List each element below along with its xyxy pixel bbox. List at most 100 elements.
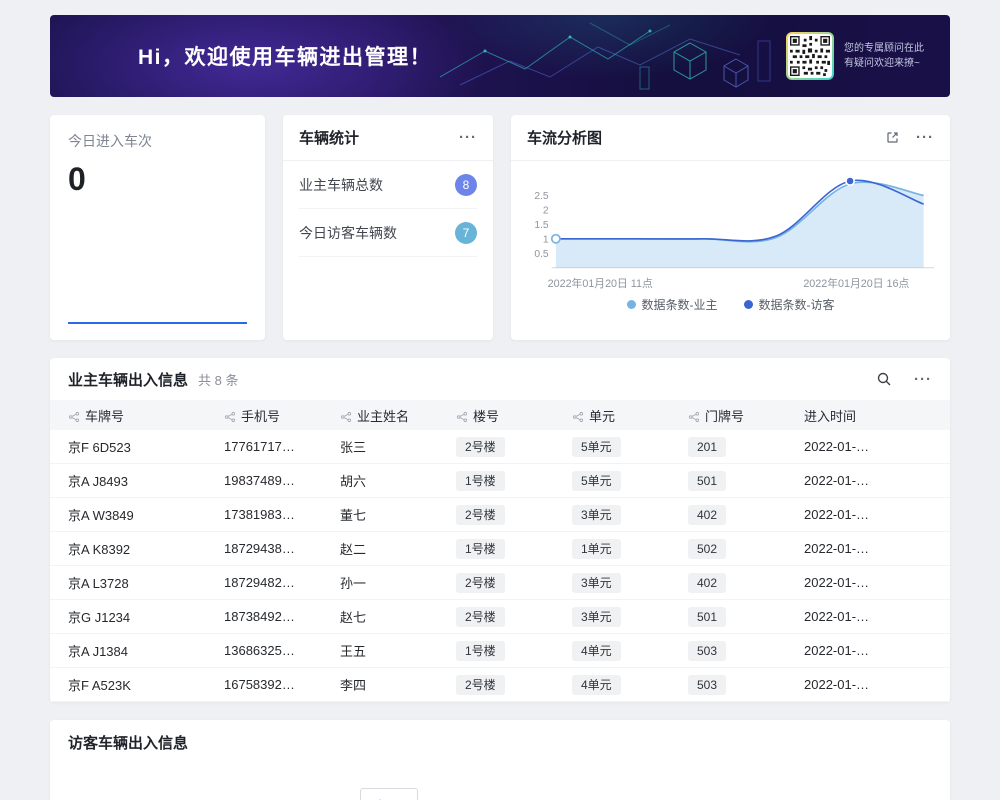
more-icon[interactable]: ··· <box>914 372 932 387</box>
column-header-label: 单元 <box>589 409 615 424</box>
table-cell: 京F 6D523 <box>50 430 216 464</box>
tag-pill: 1号楼 <box>456 641 505 661</box>
column-header[interactable]: 单元 <box>564 400 680 430</box>
table-cell: 2022-01-… <box>796 668 912 702</box>
table-row: 京F A523K16758392…李四2号楼4单元5032022-01-… <box>50 668 950 702</box>
table-cell: 501 <box>680 464 796 498</box>
column-header-label: 进入时间 <box>804 409 856 424</box>
tag-pill: 402 <box>688 573 726 593</box>
flow-line-chart: 0.511.522.52022年01月20日 11点2022年01月20日 16… <box>525 167 936 296</box>
table-cell: 201 <box>680 430 796 464</box>
table-row: 京G J123418738492…赵七 2号楼 3单元 501 2022-01-… <box>50 600 950 634</box>
table-row: 京A W384917381983…董七2号楼3单元4022022-01-… <box>50 498 950 532</box>
table-cell: 京A L3728 <box>50 566 216 600</box>
today-entries-card: 今日进入车次 0 <box>50 115 265 340</box>
table-cell: 502 <box>680 532 796 566</box>
table-cell-filler <box>912 498 950 532</box>
table-cell: 2022-01-… <box>796 566 912 600</box>
stats-card-title: 车辆统计 <box>299 127 359 148</box>
legend-item: 数据条数-访客 <box>744 296 835 313</box>
tag-pill: 503 <box>688 675 726 695</box>
table-cell: 张三 <box>332 430 448 464</box>
table-cell-filler <box>912 430 950 464</box>
tag-pill: 501 <box>688 471 726 491</box>
more-icon[interactable]: ··· <box>916 130 934 145</box>
table-cell: 17381983… <box>216 498 332 532</box>
table-cell: 京G J1234 <box>50 600 216 634</box>
table-cell: 3单元 <box>564 498 680 532</box>
tag-pill: 503 <box>688 641 726 661</box>
table-cell-filler <box>912 634 950 668</box>
owner-table-count: 共 8 条 <box>198 370 238 389</box>
table-cell: 2022-01-… <box>796 532 912 566</box>
table-cell: 3单元 <box>564 566 680 600</box>
table-cell: 18738492… <box>216 600 332 634</box>
tag-pill: 2号楼 <box>456 607 505 627</box>
table-cell: 2号楼 <box>448 600 564 634</box>
table-cell: 赵七 <box>332 600 448 634</box>
legend-label: 数据条数-访客 <box>759 296 835 313</box>
table-cell: 王五 <box>332 634 448 668</box>
banner-decoration <box>440 15 780 97</box>
table-cell: 2号楼 <box>448 430 564 464</box>
table-cell: 1号楼 <box>448 634 564 668</box>
visitor-table-card: 访客车辆出入信息 截屏 <box>50 720 950 800</box>
field-icon <box>456 411 468 423</box>
svg-text:2.5: 2.5 <box>534 191 549 202</box>
stats-item-label: 今日访客车辆数 <box>299 223 397 243</box>
tag-pill: 501 <box>688 607 726 627</box>
column-header[interactable]: 手机号 <box>216 400 332 430</box>
table-cell-filler <box>912 566 950 600</box>
column-header[interactable]: 进入时间 <box>796 400 912 430</box>
tag-pill: 3单元 <box>572 607 621 627</box>
table-cell: 2022-01-… <box>796 600 912 634</box>
table-cell: 5单元 <box>564 464 680 498</box>
column-header[interactable]: 门牌号 <box>680 400 796 430</box>
legend-dot <box>627 300 636 309</box>
tag-pill: 2号楼 <box>456 675 505 695</box>
field-icon <box>688 411 700 423</box>
column-header[interactable]: 楼号 <box>448 400 564 430</box>
table-cell: 2号楼 <box>448 668 564 702</box>
more-icon[interactable]: ··· <box>459 130 477 145</box>
tag-pill: 3单元 <box>572 505 621 525</box>
table-row: 京A J849319837489…胡六1号楼5单元5012022-01-… <box>50 464 950 498</box>
table-cell: 18729482… <box>216 566 332 600</box>
table-row: 京A K839218729438…赵二1号楼1单元5022022-01-… <box>50 532 950 566</box>
column-header-label: 楼号 <box>473 409 499 424</box>
svg-text:1: 1 <box>543 234 549 245</box>
table-cell: 1号楼 <box>448 464 564 498</box>
field-icon <box>224 411 236 423</box>
table-cell-filler <box>912 668 950 702</box>
today-entries-value: 0 <box>68 161 247 198</box>
svg-text:1.5: 1.5 <box>534 220 549 231</box>
table-cell: 402 <box>680 566 796 600</box>
partial-button[interactable]: 截屏 <box>360 788 418 800</box>
table-cell: 501 <box>680 600 796 634</box>
table-row: 京A J138413686325…王五1号楼4单元5032022-01-… <box>50 634 950 668</box>
column-header[interactable]: 车牌号 <box>50 400 216 430</box>
stats-item-badge: 7 <box>455 222 477 244</box>
tag-pill: 2号楼 <box>456 437 505 457</box>
table-cell: 2022-01-… <box>796 498 912 532</box>
export-icon[interactable] <box>885 130 900 145</box>
table-cell: 13686325… <box>216 634 332 668</box>
table-cell: 4单元 <box>564 634 680 668</box>
table-cell-filler <box>912 464 950 498</box>
column-header-label: 门牌号 <box>705 409 744 424</box>
tag-pill: 4单元 <box>572 641 621 661</box>
qr-code <box>786 32 834 80</box>
search-icon[interactable] <box>876 371 892 387</box>
qr-caption-line1: 您的专属顾问在此 <box>844 41 924 56</box>
column-header-label: 业主姓名 <box>357 409 409 424</box>
table-cell: 5单元 <box>564 430 680 464</box>
table-cell: 京A W3849 <box>50 498 216 532</box>
traffic-chart-card: 车流分析图 ··· 0.511.522.52022年01月20日 11点2022… <box>511 115 950 340</box>
table-cell: 胡六 <box>332 464 448 498</box>
table-cell: 董七 <box>332 498 448 532</box>
legend-item: 数据条数-业主 <box>627 296 718 313</box>
table-cell: 李四 <box>332 668 448 702</box>
column-header[interactable]: 业主姓名 <box>332 400 448 430</box>
tag-pill: 2号楼 <box>456 573 505 593</box>
tag-pill: 402 <box>688 505 726 525</box>
